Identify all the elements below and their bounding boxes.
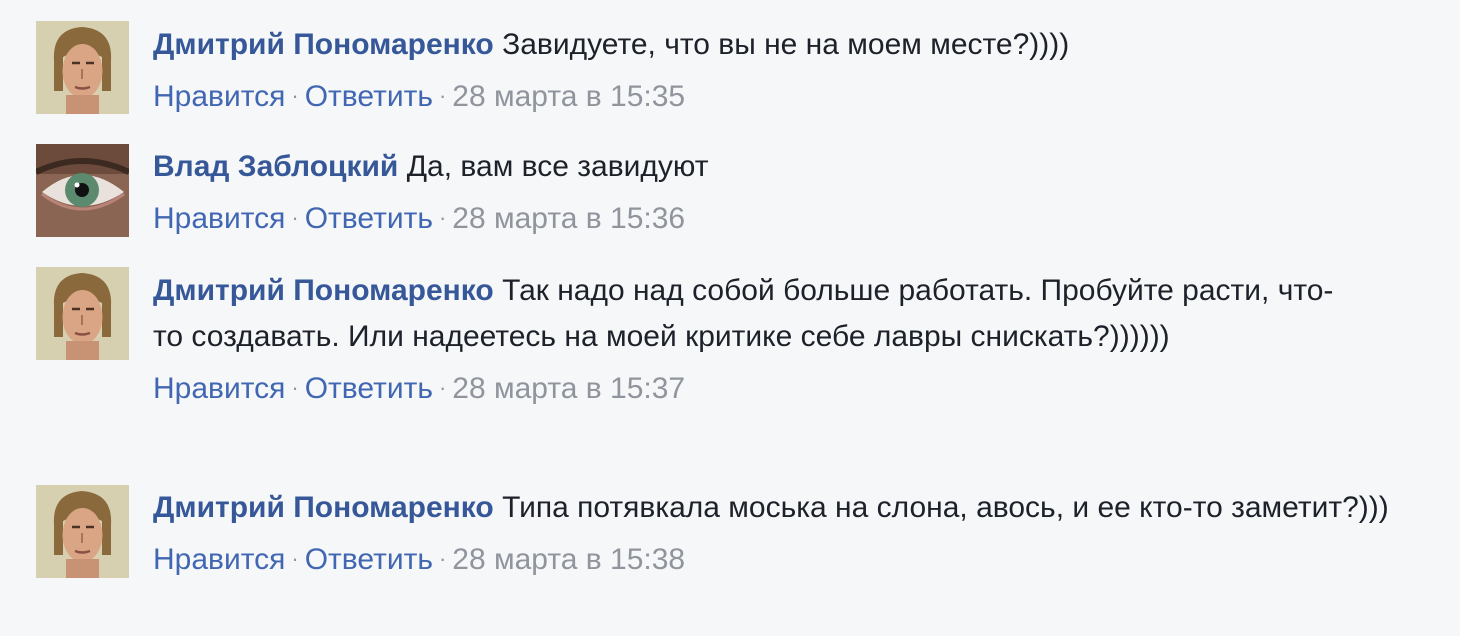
- like-link[interactable]: Нравится: [153, 80, 285, 113]
- man-face-photo-icon: [36, 21, 129, 114]
- avatar[interactable]: [36, 267, 129, 360]
- separator: ·: [291, 83, 299, 108]
- comment-author[interactable]: Влад Заблоцкий: [153, 150, 398, 183]
- comment-timestamp[interactable]: 28 марта в 15:36: [452, 202, 685, 235]
- comment-meta: Нравится · Ответить · 28 марта в 15:37: [153, 365, 1363, 412]
- comment-text: Да, вам все завидуют: [406, 150, 709, 183]
- man-face-photo-icon: [36, 267, 129, 360]
- avatar[interactable]: [36, 21, 129, 114]
- comment-timestamp[interactable]: 28 марта в 15:38: [452, 543, 685, 576]
- separator: ·: [438, 375, 447, 400]
- man-face-photo-icon: [36, 485, 129, 578]
- comment-meta: Нравится · Ответить · 28 марта в 15:38: [153, 536, 1403, 583]
- comment-timestamp[interactable]: 28 марта в 15:37: [452, 372, 685, 405]
- eye-photo-icon: [36, 144, 129, 237]
- separator: ·: [291, 546, 299, 571]
- reply-link[interactable]: Ответить: [305, 80, 433, 113]
- avatar[interactable]: [36, 144, 129, 237]
- comment-body: Дмитрий Пономаренко Завидуете, что вы не…: [153, 22, 1433, 120]
- comment-text: Типа потявкала моська на слона, авось, и…: [502, 491, 1389, 524]
- comment-body: Дмитрий Пономаренко Типа потявкала моськ…: [153, 485, 1403, 583]
- comment-author[interactable]: Дмитрий Пономаренко: [153, 491, 494, 524]
- comment-text: Завидуете, что вы не на моем месте?)))): [502, 28, 1070, 61]
- reply-link[interactable]: Ответить: [305, 372, 433, 405]
- separator: ·: [291, 375, 299, 400]
- separator: ·: [438, 205, 447, 230]
- comment-timestamp[interactable]: 28 марта в 15:35: [452, 80, 685, 113]
- like-link[interactable]: Нравится: [153, 543, 285, 576]
- comment-author[interactable]: Дмитрий Пономаренко: [153, 28, 494, 61]
- separator: ·: [291, 205, 299, 230]
- like-link[interactable]: Нравится: [153, 202, 285, 235]
- comment-meta: Нравится · Ответить · 28 марта в 15:35: [153, 73, 1433, 120]
- separator: ·: [438, 83, 447, 108]
- comment-body: Влад Заблоцкий Да, вам все завидуют Нрав…: [153, 144, 1433, 242]
- comment-meta: Нравится · Ответить · 28 марта в 15:36: [153, 195, 1433, 242]
- reply-link[interactable]: Ответить: [305, 543, 433, 576]
- comment-body: Дмитрий Пономаренко Так надо над собой б…: [153, 268, 1363, 412]
- separator: ·: [438, 546, 447, 571]
- reply-link[interactable]: Ответить: [305, 202, 433, 235]
- like-link[interactable]: Нравится: [153, 372, 285, 405]
- comment-author[interactable]: Дмитрий Пономаренко: [153, 274, 494, 307]
- avatar[interactable]: [36, 485, 129, 578]
